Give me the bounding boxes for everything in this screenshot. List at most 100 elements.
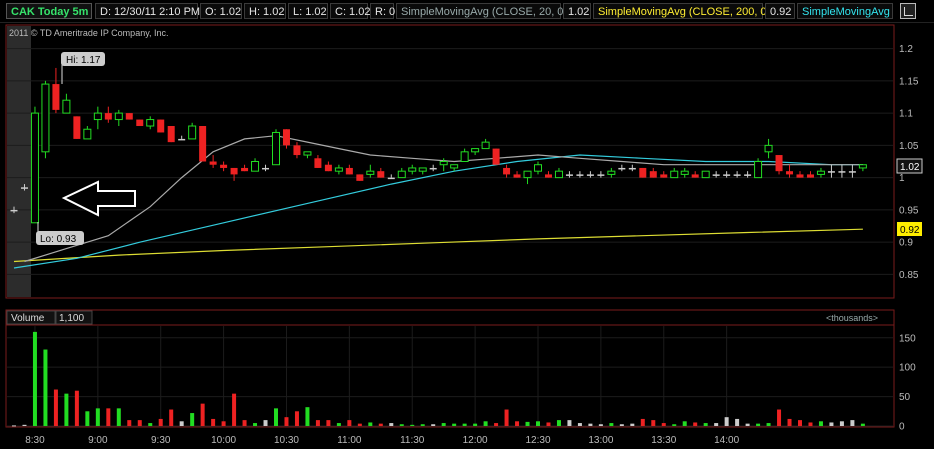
volume-tick-label: 100	[899, 363, 916, 374]
candle-body	[471, 148, 480, 153]
volume-bar	[389, 423, 394, 426]
volume-bar	[860, 423, 865, 426]
time-tick-label: 8:30	[25, 435, 45, 446]
candle-body	[272, 131, 280, 166]
volume-bar	[703, 423, 708, 426]
time-tick-label: 11:30	[400, 435, 425, 446]
candle-body	[744, 174, 752, 176]
premarket-shade	[7, 26, 31, 297]
time-tick-label: 12:00	[463, 435, 488, 446]
last-price-marker: 1.02	[896, 158, 923, 174]
candle-body	[554, 170, 563, 179]
volume-title: Volume	[11, 313, 45, 324]
volume-bar	[32, 331, 37, 426]
candle-body	[712, 174, 720, 176]
candle-body	[52, 84, 60, 110]
candle-body	[576, 174, 584, 176]
candle-body	[20, 187, 28, 189]
candle-body	[806, 174, 814, 178]
volume-bar	[378, 423, 383, 426]
candle-body	[534, 164, 542, 172]
volume-bar	[546, 422, 551, 426]
volume-bar	[567, 420, 572, 426]
time-tick-label: 12:30	[525, 435, 550, 446]
volume-bar	[588, 423, 593, 426]
time-tick-label: 13:00	[588, 435, 613, 446]
volume-bar	[630, 423, 635, 426]
candle-body	[723, 174, 731, 176]
candle-body	[503, 167, 511, 175]
volume-bar	[64, 393, 69, 426]
volume-bar	[462, 423, 467, 426]
sma200-price-marker: 0.92	[897, 222, 922, 236]
copyright-text: 2011 © TD Ameritrade IP Company, Inc.	[9, 28, 169, 38]
candle-body	[607, 170, 616, 175]
candle-body	[220, 164, 228, 168]
candle-body	[104, 113, 112, 120]
time-axis: 8:30 9:00 9:30 10:00 10:30 11:00 11:30 12:00 12:…	[25, 435, 739, 446]
volume-bar	[441, 423, 446, 426]
candle-body	[513, 174, 521, 178]
candle-body	[188, 125, 197, 140]
volume-bar	[766, 423, 771, 426]
candle-body	[733, 174, 741, 176]
volume-bar	[410, 424, 415, 426]
candle-body	[262, 167, 270, 170]
volume-bar	[850, 420, 855, 426]
candle-body	[838, 171, 846, 173]
volume-bar	[693, 422, 698, 426]
volume-value: 1,100	[59, 313, 84, 324]
time-tick-label: 9:30	[151, 435, 171, 446]
price-tick-label: 0.95	[899, 205, 919, 216]
candle-body	[586, 174, 594, 176]
candle-body	[377, 171, 385, 178]
candle-body	[303, 151, 312, 156]
volume-bar	[473, 423, 478, 426]
volume-bar	[504, 409, 509, 426]
volume-bar	[756, 423, 761, 426]
volume-bar	[619, 424, 624, 426]
candle-body	[492, 148, 500, 165]
candle-body	[397, 170, 406, 179]
volume-bar	[818, 421, 823, 426]
candle-body	[796, 174, 804, 178]
volume-bar	[169, 409, 174, 426]
price-chart: 2011 © TD Ameritrade IP Company, Inc. 0.…	[5, 24, 923, 446]
price-tick-label: 1.2	[899, 44, 913, 55]
candle-body	[786, 171, 794, 175]
candle-body	[83, 128, 92, 140]
volume-bar	[598, 424, 603, 426]
volume-bar	[420, 424, 425, 426]
volume-units: <thousands>	[826, 313, 878, 323]
candle-body	[366, 170, 375, 175]
volume-bar	[777, 409, 782, 426]
candle-body	[30, 112, 39, 224]
candle-body	[418, 167, 427, 172]
volume-bar	[368, 422, 373, 426]
candle-body	[827, 171, 835, 173]
candle-body	[324, 164, 332, 172]
price-tick-label: 0.85	[899, 270, 919, 281]
volume-bar	[53, 389, 58, 426]
candle-body	[858, 164, 867, 169]
price-tick-label: 1.05	[899, 141, 919, 152]
time-tick-label: 10:00	[211, 435, 236, 446]
candle-body	[314, 158, 322, 168]
volume-bar	[483, 421, 488, 426]
volume-bar	[651, 420, 656, 426]
volume-bar	[714, 423, 719, 426]
candle-body	[680, 170, 689, 175]
candle-body	[178, 138, 186, 141]
candle-body	[62, 99, 71, 114]
volume-bar	[284, 417, 289, 426]
volume-bar	[242, 420, 247, 426]
candle-body	[157, 119, 165, 133]
candle-body	[230, 167, 238, 175]
price-tick-label: 1	[899, 173, 905, 184]
volume-bar	[158, 418, 163, 426]
volume-bar	[577, 423, 582, 426]
candle-body	[293, 145, 301, 156]
volume-bar	[347, 420, 352, 426]
volume-bar	[735, 418, 740, 426]
time-tick-label: 9:00	[88, 435, 108, 446]
